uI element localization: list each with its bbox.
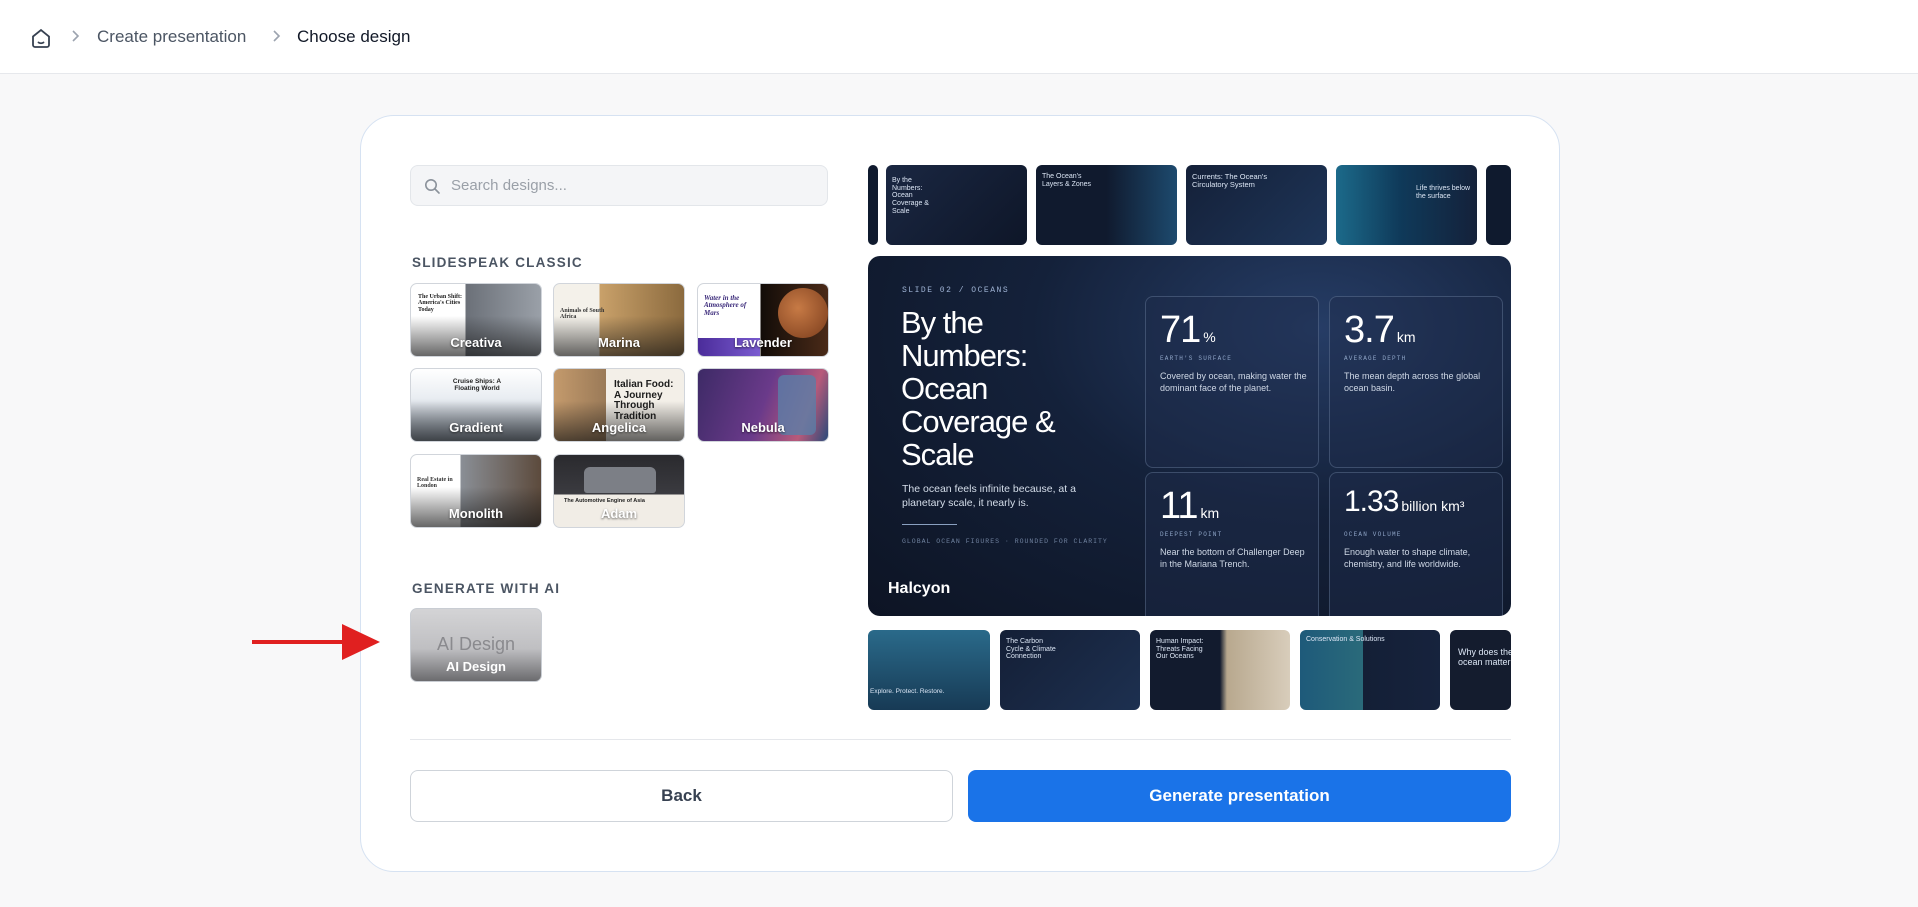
slide-thumb-top-4[interactable]: Life thrives below the surface xyxy=(1336,165,1477,245)
design-name: Nebula xyxy=(741,420,785,435)
stat-card: 71% EARTH'S SURFACE Covered by ocean, ma… xyxy=(1145,296,1319,468)
slide-thumb-bottom-2[interactable]: The Carbon Cycle & Climate Connection xyxy=(1000,630,1140,710)
design-thumb-monolith[interactable]: Real Estate in London Monolith xyxy=(410,454,542,528)
search-input[interactable] xyxy=(451,166,811,205)
stat-card: 11 km DEEPEST POINT Near the bottom of Ch… xyxy=(1145,472,1319,616)
car-image xyxy=(584,467,656,493)
design-name: Creativa xyxy=(450,335,502,350)
ai-design-name: AI Design xyxy=(446,659,506,674)
slide-thumb-bottom-4[interactable]: Conservation & Solutions xyxy=(1300,630,1440,710)
design-name: Adam xyxy=(600,506,638,521)
design-thumb-lavender[interactable]: Water in the Atmosphere of Mars Lavender xyxy=(697,283,829,357)
back-button[interactable]: Back xyxy=(410,770,953,822)
design-thumb-gradient[interactable]: Cruise Ships: A Floating World Gradient xyxy=(410,368,542,442)
mars-image xyxy=(778,288,828,338)
red-arrow-icon xyxy=(252,624,380,660)
breadcrumb-choose-design: Choose design xyxy=(297,27,411,46)
preview-kicker: SLIDE 02 / OCEANS xyxy=(902,286,1010,295)
chevron-right-icon xyxy=(273,30,281,42)
design-thumb-marina[interactable]: Animals of South Africa Marina xyxy=(553,283,685,357)
slide-thumb-top-2[interactable]: The Ocean's Layers & Zones xyxy=(1036,165,1177,245)
slide-thumb-bottom-1[interactable]: Explore. Protect. Restore. xyxy=(868,630,990,710)
stat-card: 3.7 km AVERAGE DEPTH The mean depth acros… xyxy=(1329,296,1503,468)
design-thumb-nebula[interactable]: Nebula xyxy=(697,368,829,442)
design-name: Monolith xyxy=(448,506,504,521)
design-name: Lavender xyxy=(734,335,792,350)
section-label-ai: GENERATE WITH AI xyxy=(412,581,561,596)
generate-presentation-button[interactable]: Generate presentation xyxy=(968,770,1511,822)
preview-title: By the Numbers: Ocean Coverage & Scale xyxy=(901,305,1056,472)
design-title: Cruise Ships: A Floating World xyxy=(452,378,502,392)
ai-design-thumb[interactable]: AI Design AI Design xyxy=(410,608,542,682)
design-title: The Urban Shift: America's Cities Today xyxy=(418,294,463,313)
divider xyxy=(410,739,1511,740)
slide-thumb-top-3[interactable]: Currents: The Ocean's Circulatory System xyxy=(1186,165,1327,245)
section-label-classic: SLIDESPEAK CLASSIC xyxy=(412,255,583,270)
slide-thumb-partial-right[interactable] xyxy=(1486,165,1511,245)
slide-thumb-partial-left[interactable] xyxy=(868,165,878,245)
preview-footer: GLOBAL OCEAN FIGURES · ROUNDED FOR CLARI… xyxy=(902,538,1108,545)
design-name: Marina xyxy=(598,335,640,350)
slide-thumb-bottom-5[interactable]: Why does the ocean matter xyxy=(1450,630,1511,710)
design-thumb-creativa[interactable]: The Urban Shift: America's Cities Today … xyxy=(410,283,542,357)
search-box[interactable] xyxy=(410,165,828,206)
top-bar: Create presentation Choose design xyxy=(0,0,1918,74)
design-name: Angelica xyxy=(591,420,647,435)
home-icon[interactable] xyxy=(29,26,53,50)
design-thumb-angelica[interactable]: Italian Food: A Journey Through Traditio… xyxy=(553,368,685,442)
search-icon xyxy=(425,179,440,194)
ai-design-big-label: AI Design xyxy=(436,634,516,654)
design-title: The Automotive Engine of Asia xyxy=(564,498,645,504)
breadcrumb-create-presentation[interactable]: Create presentation xyxy=(97,27,246,47)
chevron-right-icon xyxy=(72,30,80,42)
slide-thumb-bottom-3[interactable]: Human Impact: Threats Facing Our Oceans xyxy=(1150,630,1290,710)
stat-card: 1.33 billion km³ OCEAN VOLUME Enough wate… xyxy=(1329,472,1503,616)
design-title: Water in the Atmosphere of Mars xyxy=(704,294,747,317)
preview-design-name: Halcyon xyxy=(888,580,951,597)
design-preview-halcyon[interactable]: SLIDE 02 / OCEANS By the Numbers: Ocean … xyxy=(868,256,1511,616)
preview-description: The ocean feels infinite because, at a p… xyxy=(902,483,1076,509)
design-name: Gradient xyxy=(449,420,503,435)
design-thumb-adam[interactable]: The Automotive Engine of Asia Adam xyxy=(553,454,685,528)
slide-thumb-top-1[interactable]: By the Numbers: Ocean Coverage & Scale xyxy=(886,165,1027,245)
